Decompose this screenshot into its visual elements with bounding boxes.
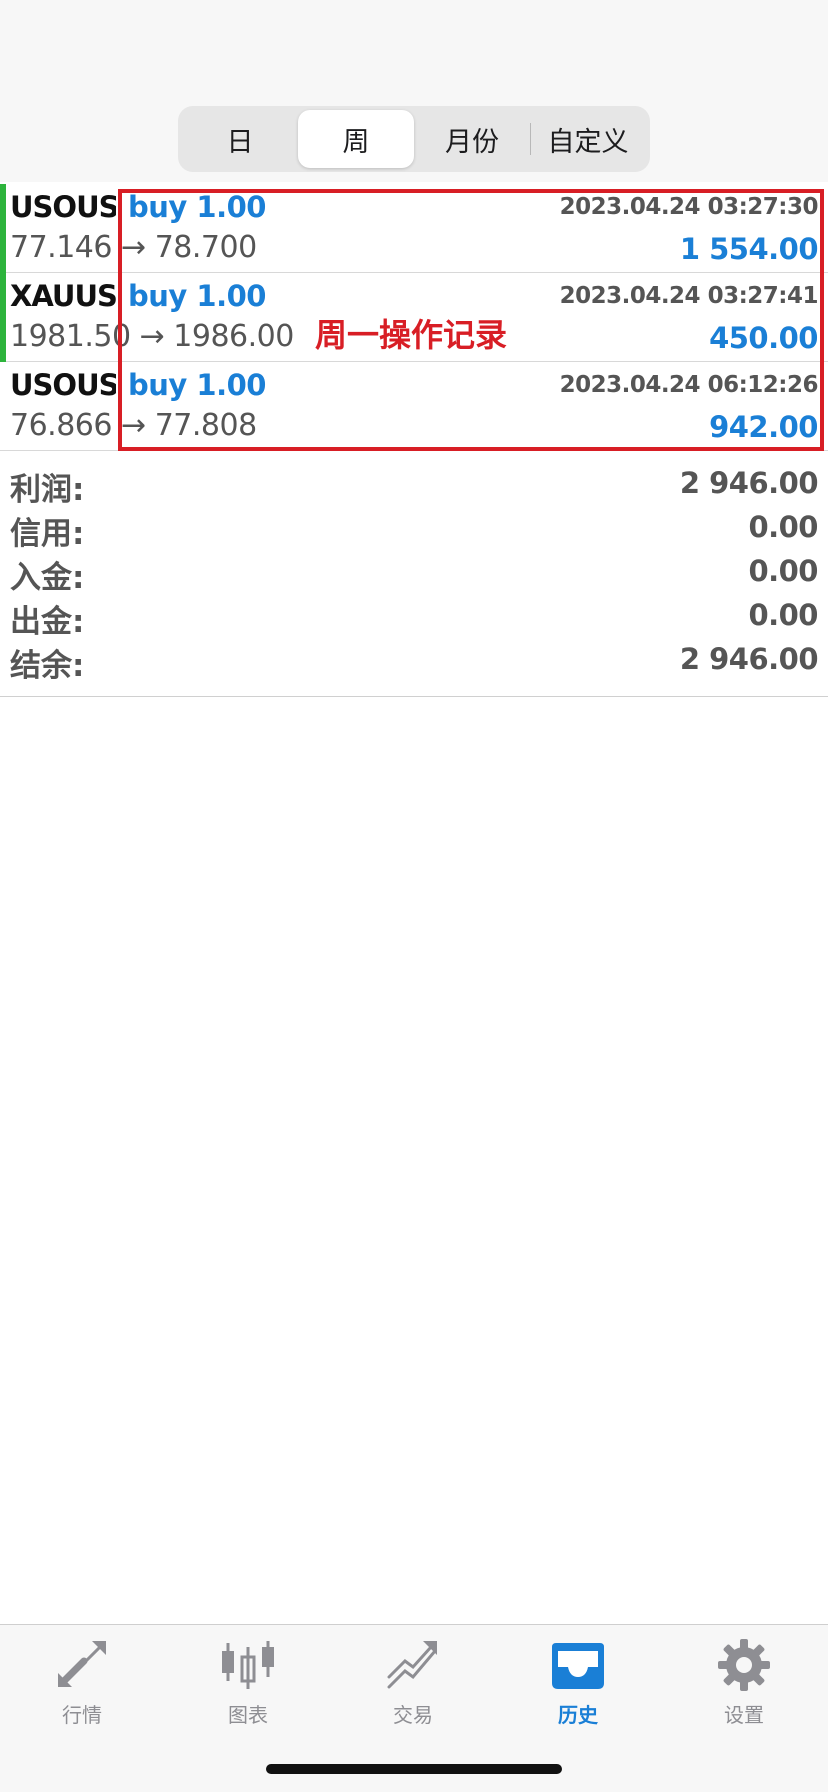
deposit-value: 0.00 [748, 554, 818, 588]
trade-profit: 1 554.00 [679, 232, 819, 266]
trade-prices: 77.146 → 78.700 [10, 230, 257, 265]
deposit-label: 入金: [10, 560, 85, 596]
nav-quotes-label: 行情 [62, 1703, 102, 1727]
close-price: 77.808 [154, 408, 257, 443]
gear-icon [718, 1639, 770, 1691]
close-price: 1986.00 [173, 319, 294, 354]
credit-label: 信用: [10, 516, 85, 552]
balance-label: 结余: [10, 648, 85, 684]
trade-symbol: USOUSD, [10, 368, 116, 402]
buy-indicator-bar [0, 184, 6, 273]
arrow-icon: → [121, 408, 146, 443]
trade-symbol: USOUSD, [10, 190, 116, 224]
trade-profit: 942.00 [709, 410, 818, 444]
withdrawal-label: 出金: [10, 604, 85, 640]
buy-indicator-bar [0, 273, 6, 362]
balance-value: 2 946.00 [679, 642, 819, 676]
profit-value: 2 946.00 [679, 466, 819, 500]
tab-month[interactable]: 月份 [414, 110, 530, 168]
nav-settings[interactable]: 设置 [684, 1637, 804, 1737]
open-price: 1981.50 [10, 319, 131, 354]
trade-time: 2023.04.24 06:12:26 [559, 372, 819, 398]
history-screen: 日 周 月份 自定义 USOUSD, buy 1.00 2023.04.24 0… [0, 0, 828, 1792]
close-price: 78.700 [154, 230, 257, 265]
trade-prices: 1981.50 → 1986.00 [10, 319, 294, 354]
trade-trend-icon [387, 1641, 437, 1689]
open-price: 76.866 [10, 408, 112, 443]
trade-side-volume: buy 1.00 [128, 368, 266, 402]
trade-side-volume: buy 1.00 [128, 190, 266, 224]
trade-side-volume: buy 1.00 [128, 279, 266, 313]
inbox-history-icon [552, 1643, 604, 1689]
candlestick-chart-icon [222, 1641, 274, 1689]
withdrawal-value: 0.00 [748, 598, 818, 632]
top-bar: 日 周 月份 自定义 [0, 0, 828, 182]
open-price: 77.146 [10, 230, 112, 265]
trade-prices: 76.866 → 77.808 [10, 408, 257, 443]
summary-row-withdrawal: 出金: 0.00 [0, 594, 828, 640]
trade-time: 2023.04.24 03:27:41 [559, 283, 819, 309]
profit-label: 利润: [10, 472, 85, 508]
nav-history-label: 历史 [558, 1703, 598, 1727]
nav-charts-label: 图表 [228, 1703, 268, 1727]
period-segmented-control: 日 周 月份 自定义 [178, 106, 650, 172]
annotation-text: 周一操作记录 [315, 316, 508, 354]
trade-time: 2023.04.24 03:27:30 [559, 194, 819, 220]
nav-trade-label: 交易 [393, 1703, 433, 1727]
summary-row-credit: 信用: 0.00 [0, 506, 828, 552]
summary-row-balance: 结余: 2 946.00 [0, 638, 828, 684]
home-indicator[interactable] [266, 1764, 562, 1774]
quotes-arrows-icon [58, 1641, 106, 1687]
nav-charts[interactable]: 图表 [188, 1637, 308, 1737]
trade-row[interactable]: USOUSD, buy 1.00 2023.04.24 03:27:30 77.… [0, 184, 828, 273]
nav-quotes[interactable]: 行情 [22, 1637, 142, 1737]
arrow-icon: → [121, 230, 146, 265]
trade-symbol: XAUUSD, [10, 279, 116, 313]
summary-row-deposit: 入金: 0.00 [0, 550, 828, 596]
nav-settings-label: 设置 [724, 1703, 764, 1727]
nav-history[interactable]: 历史 [518, 1637, 638, 1737]
credit-value: 0.00 [748, 510, 818, 544]
tab-day[interactable]: 日 [182, 110, 298, 168]
tab-custom[interactable]: 自定义 [530, 110, 646, 168]
account-summary: 利润: 2 946.00 信用: 0.00 入金: 0.00 出金: 0.00 … [0, 462, 828, 697]
arrow-icon: → [139, 319, 165, 354]
tab-week[interactable]: 周 [298, 110, 414, 168]
nav-trade[interactable]: 交易 [353, 1637, 473, 1737]
trade-row[interactable]: USOUSD, buy 1.00 2023.04.24 06:12:26 76.… [0, 362, 828, 451]
trade-profit: 450.00 [709, 321, 818, 355]
summary-row-profit: 利润: 2 946.00 [0, 462, 828, 508]
